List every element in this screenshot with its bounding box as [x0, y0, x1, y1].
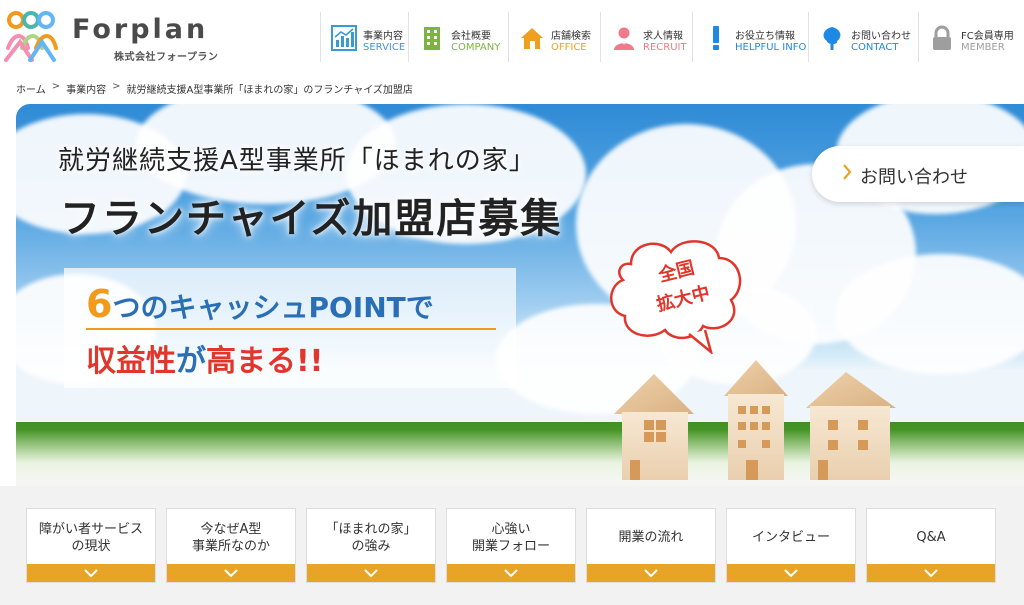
breadcrumb-separator: >: [112, 81, 121, 92]
global-nav: 事業内容 SERVICE 会社概要 COMPANY 店舗検索 OFFICE 求人…: [320, 12, 1018, 62]
cash-point-panel: 6つのキャッシュPOINTで 収益性が高まる!!: [64, 268, 516, 388]
nav-label-en: CONTACT: [851, 42, 899, 53]
cash-point-underline: [86, 328, 496, 330]
nav-label-jp: お問い合わせ: [851, 31, 911, 42]
nav-label-en: COMPANY: [451, 42, 501, 53]
person-icon: [614, 27, 634, 50]
section-nav-bar: [307, 564, 435, 582]
hero-banner: 就労継続支援A型事業所「ほまれの家」 フランチャイズ加盟店募集 お問い合わせ 6…: [16, 104, 1024, 486]
nav-item-company[interactable]: 会社概要 COMPANY: [408, 12, 508, 62]
section-nav-item[interactable]: インタビュー: [726, 508, 856, 583]
section-nav-bar: [27, 564, 155, 582]
logo-mark-icon: [4, 11, 58, 62]
nav-label-en: MEMBER: [961, 42, 1005, 53]
section-nav-label: 心強い 開業フォロー: [471, 521, 550, 554]
breadcrumb-service[interactable]: 事業内容: [66, 81, 106, 96]
section-nav-item[interactable]: 今なぜA型 事業所なのか: [166, 508, 296, 583]
brand-logo[interactable]: Forplan 株式会社フォープラン: [2, 6, 222, 66]
section-nav-label: 「ほまれの家」 の強み: [325, 521, 417, 554]
nav-label-en: RECRUIT: [643, 42, 687, 53]
nav-label-jp: 事業内容: [363, 31, 403, 42]
chevron-down-icon: [784, 569, 798, 578]
nav-label-jp: 店舗検索: [551, 31, 591, 42]
hero-subtitle: 就労継続支援A型事業所「ほまれの家」: [58, 146, 536, 176]
brand-subtitle: 株式会社フォープラン: [114, 52, 219, 63]
nav-item-helpful-info[interactable]: お役立ち情報 HELPFUL INFO: [692, 12, 808, 62]
cash-point-number: 6: [86, 282, 113, 326]
section-nav-item[interactable]: 障がい者サービス の現状: [26, 508, 156, 583]
wooden-houses-illustration: [614, 360, 896, 480]
breadcrumb: ホーム > 事業内容 > 就労継続支援A型事業所「ほまれの家」のフランチャイズ加…: [16, 81, 413, 96]
chevron-down-icon: [364, 569, 378, 578]
nav-label-en: HELPFUL INFO: [735, 42, 807, 53]
section-nav-item[interactable]: Q&A: [866, 508, 996, 583]
section-nav-label: 今なぜA型 事業所なのか: [191, 521, 270, 554]
cash-point-counter: つの: [112, 291, 169, 324]
tree-icon: [823, 27, 841, 50]
cash-point-text: キャッシュPOINTで: [168, 291, 434, 324]
section-nav-label: Q&A: [916, 530, 946, 545]
nav-label-en: SERVICE: [363, 42, 406, 53]
section-nav-bar: [727, 564, 855, 582]
section-nav-label: インタビュー: [751, 530, 830, 545]
section-nav-bar: [447, 564, 575, 582]
nav-label-jp: 会社概要: [451, 31, 491, 42]
section-nav-bar: [167, 564, 295, 582]
nav-item-member[interactable]: FC会員専用 MEMBER: [918, 12, 1018, 62]
section-nav: 障がい者サービス の現状 今なぜA型 事業所なのか 「ほまれの家」 の強み 心強…: [26, 508, 996, 583]
profit-keyword: 収益性: [86, 344, 176, 379]
house-icon: [521, 28, 543, 49]
exclamation-icon: [713, 26, 719, 50]
chevron-down-icon: [644, 569, 658, 578]
building-icon: [424, 27, 440, 50]
nav-label-jp: FC会員専用: [961, 31, 1014, 42]
chevron-down-icon: [224, 569, 238, 578]
nav-label-jp: 求人情報: [643, 31, 683, 42]
nav-label-jp: お役立ち情報: [735, 31, 795, 42]
nav-item-service[interactable]: 事業内容 SERVICE: [320, 12, 408, 62]
breadcrumb-separator: >: [51, 81, 61, 92]
chart-icon: [331, 25, 357, 51]
nav-item-office[interactable]: 店舗検索 OFFICE: [508, 12, 600, 62]
nav-item-recruit[interactable]: 求人情報 RECRUIT: [600, 12, 692, 62]
section-nav-bar: [587, 564, 715, 582]
chevron-down-icon: [84, 569, 98, 578]
profit-headline: 収益性が高まる!!: [86, 336, 323, 380]
cash-point-headline: 6つのキャッシュPOINTで: [86, 282, 434, 326]
section-nav-item[interactable]: 心強い 開業フォロー: [446, 508, 576, 583]
chevron-right-icon: [843, 164, 852, 180]
chevron-down-icon: [924, 569, 938, 578]
section-nav-item[interactable]: 開業の流れ: [586, 508, 716, 583]
profit-particle: が: [176, 344, 206, 379]
nav-label-en: OFFICE: [551, 42, 587, 53]
section-nav-bar: [867, 564, 995, 582]
chevron-down-icon: [504, 569, 518, 578]
site-header: Forplan 株式会社フォープラン 事業内容 SERVICE 会社概要 COM…: [0, 0, 1024, 72]
hero-title: フランチャイズ加盟店募集: [60, 196, 563, 242]
hero-contact-label: お問い合わせ: [860, 167, 968, 188]
section-nav-item[interactable]: 「ほまれの家」 の強み: [306, 508, 436, 583]
breadcrumb-current: 就労継続支援A型事業所「ほまれの家」のフランチャイズ加盟店: [126, 85, 413, 96]
nav-item-contact[interactable]: お問い合わせ CONTACT: [808, 12, 918, 62]
breadcrumb-home[interactable]: ホーム: [16, 81, 46, 96]
section-nav-label: 開業の流れ: [618, 530, 684, 545]
brand-name: Forplan: [72, 14, 209, 45]
section-nav-label: 障がい者サービス の現状: [38, 521, 143, 554]
lock-icon: [933, 25, 951, 50]
section-nav-area: 障がい者サービス の現状 今なぜA型 事業所なのか 「ほまれの家」 の強み 心強…: [0, 486, 1024, 605]
profit-emphasis: 高まる!!: [206, 344, 324, 379]
hero-contact-button[interactable]: お問い合わせ: [812, 146, 1024, 202]
